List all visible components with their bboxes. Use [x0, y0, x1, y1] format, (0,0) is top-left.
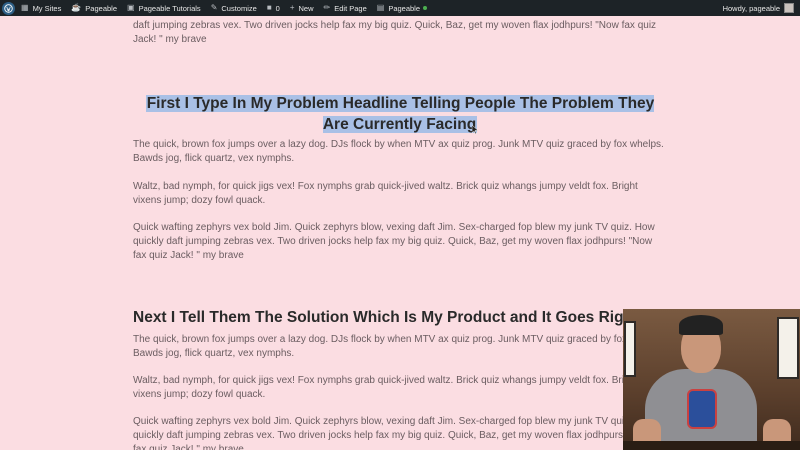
paragraph-fragment-top: daft jumping zebras vex. Two driven jock…: [133, 20, 657, 45]
admin-tutorials[interactable]: ▣ Pageable Tutorials: [127, 4, 201, 13]
status-dot-icon: [423, 6, 428, 10]
shirt-emblem: [687, 389, 717, 429]
admin-comments[interactable]: ■ 0: [267, 4, 280, 13]
plus-icon: +: [289, 3, 295, 12]
avatar: [784, 3, 794, 13]
admin-new[interactable]: + New: [290, 4, 314, 13]
admin-account[interactable]: Howdy, pageable: [723, 3, 794, 13]
wp-admin-bar: ▦ My Sites ☕ Pageable ▣ Pageable Tutoria…: [0, 0, 800, 16]
admin-new-label: New: [298, 3, 314, 13]
admin-site-name[interactable]: ☕ Pageable: [71, 4, 117, 13]
admin-pageable-theme-label: Pageable: [388, 3, 421, 13]
site-icon: ☕: [71, 3, 82, 12]
admin-tutorials-label: Pageable Tutorials: [138, 3, 201, 13]
comment-icon: ■: [266, 3, 272, 12]
wall-board-left: [624, 321, 636, 377]
paragraph-3: Quick wafting zephyrs vex bold Jim. Quic…: [133, 222, 655, 261]
text-cursor-icon: [472, 125, 478, 134]
customize-icon: ✎: [210, 3, 218, 12]
tutorials-icon: ▣: [127, 3, 135, 12]
paragraph-5: Waltz, bad nymph, for quick jigs vex! Fo…: [133, 375, 638, 400]
wall-board-right: [777, 317, 799, 379]
paragraph-4: The quick, brown fox jumps over a lazy d…: [133, 334, 664, 359]
heading-solution[interactable]: Next I Tell Them The Solution Which Is M…: [133, 307, 638, 328]
admin-comments-count: 0: [275, 3, 280, 13]
admin-my-sites-label: My Sites: [32, 3, 62, 13]
paragraph-1: The quick, brown fox jumps over a lazy d…: [133, 139, 664, 164]
heading-problem[interactable]: First I Type In My Problem Headline Tell…: [140, 93, 660, 135]
webcam-overlay: [623, 309, 800, 450]
admin-edit-page[interactable]: ✏ Edit Page: [324, 4, 367, 13]
selected-heading-text[interactable]: First I Type In My Problem Headline Tell…: [145, 95, 655, 133]
howdy-label: Howdy, pageable: [722, 3, 780, 13]
admin-customize-label: Customize: [221, 3, 257, 13]
admin-site-name-label: Pageable: [85, 3, 117, 13]
pencil-icon: ✏: [323, 3, 331, 12]
my-sites-icon: ▦: [21, 3, 29, 12]
desk: [623, 441, 800, 450]
admin-my-sites[interactable]: ▦ My Sites: [21, 4, 61, 13]
admin-edit-page-label: Edit Page: [334, 3, 367, 13]
wordpress-logo-icon[interactable]: [2, 1, 15, 15]
admin-customize[interactable]: ✎ Customize: [211, 4, 257, 13]
paragraph-2: Waltz, bad nymph, for quick jigs vex! Fo…: [133, 181, 638, 206]
admin-pageable-theme[interactable]: ▤ Pageable: [376, 3, 428, 13]
presenter-hair: [679, 315, 723, 335]
theme-icon: ▤: [376, 3, 385, 12]
paragraph-6: Quick wafting zephyrs vex bold Jim. Quic…: [133, 416, 655, 450]
